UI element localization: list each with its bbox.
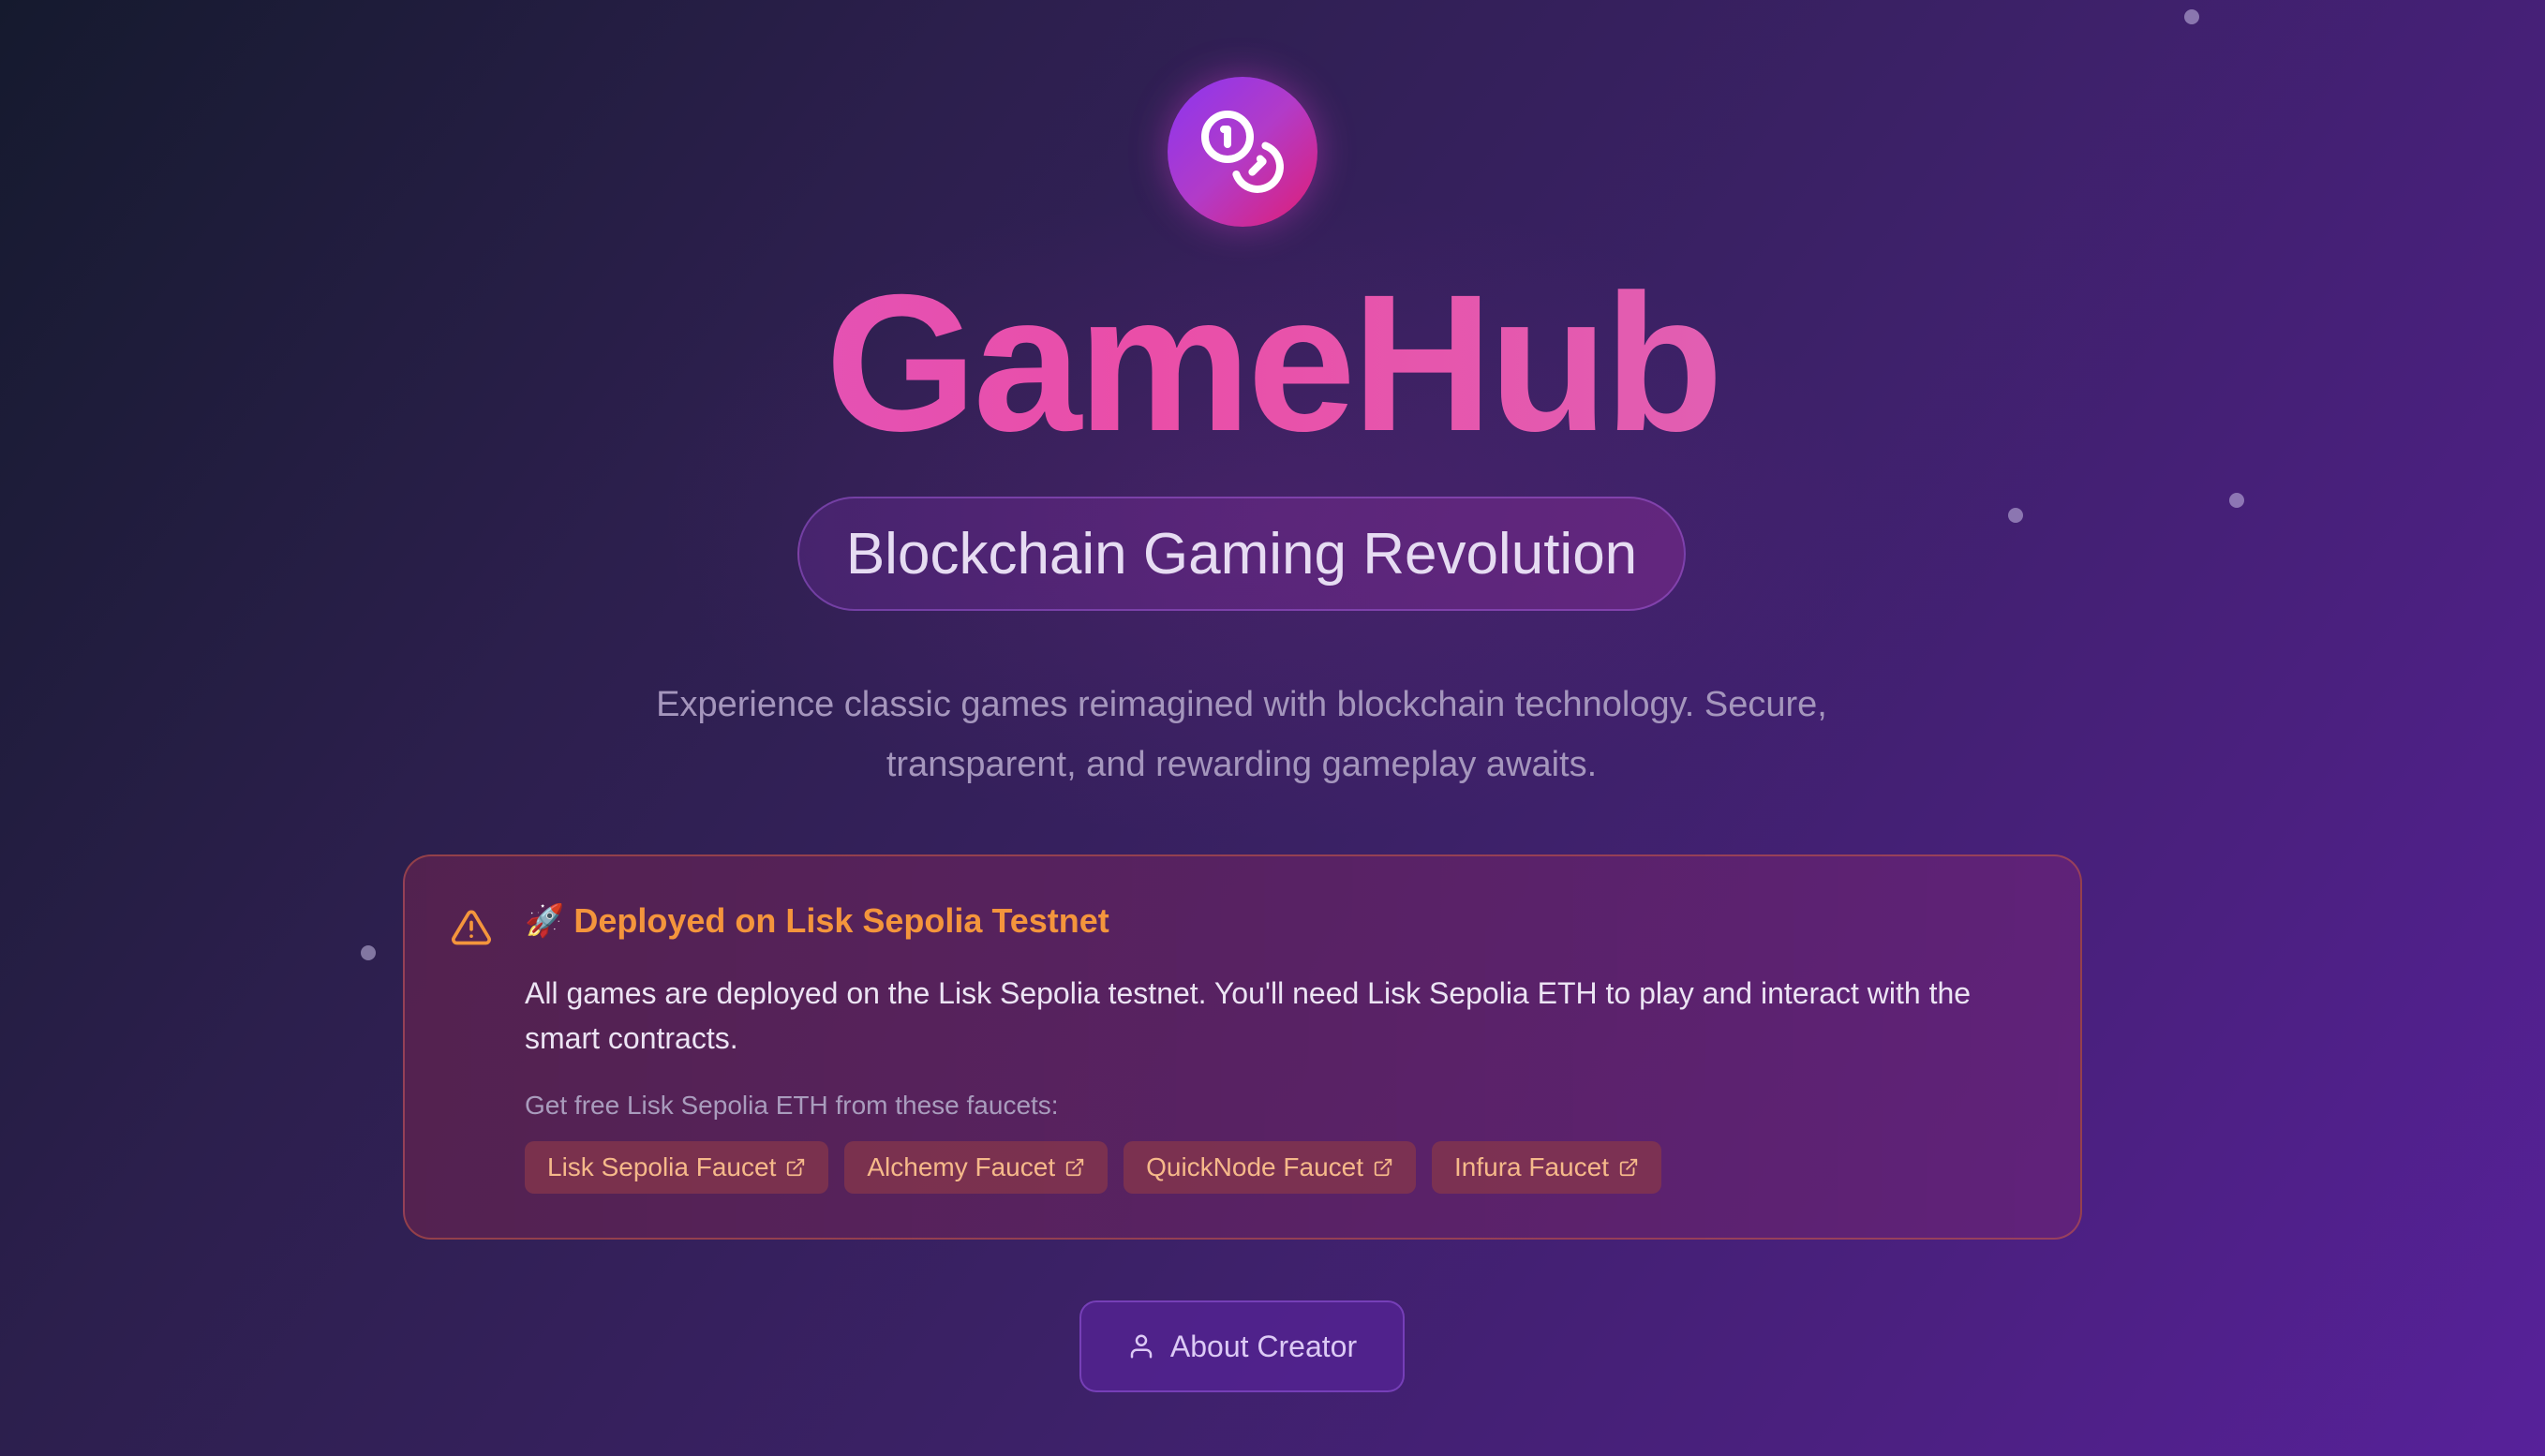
decorative-dot <box>361 945 376 960</box>
external-link-icon <box>1374 1158 1392 1177</box>
notice-title-text: Deployed on Lisk Sepolia Testnet <box>573 901 1109 940</box>
about-creator-label: About Creator <box>1169 1329 1358 1363</box>
rocket-icon: 🚀 <box>525 903 565 939</box>
external-link-icon <box>1065 1158 1084 1177</box>
faucet-link-lisk-sepolia[interactable]: Lisk Sepolia Faucet <box>525 1141 829 1194</box>
faucet-link-label: Alchemy Faucet <box>867 1152 1056 1181</box>
coins-icon <box>1201 111 1284 193</box>
faucet-link-label: Infura Faucet <box>1454 1152 1609 1181</box>
about-creator-button[interactable]: About Creator <box>1079 1300 1405 1392</box>
decorative-dot <box>2184 9 2199 24</box>
faucet-links: Lisk Sepolia Faucet Alchemy Faucet Quick… <box>525 1141 1661 1194</box>
faucet-link-quicknode[interactable]: QuickNode Faucet <box>1124 1141 1416 1194</box>
external-link-icon <box>1619 1158 1638 1177</box>
faucet-link-alchemy[interactable]: Alchemy Faucet <box>844 1141 1109 1194</box>
tagline-text: Blockchain Gaming Revolution <box>845 521 1638 587</box>
faucet-link-label: QuickNode Faucet <box>1146 1152 1363 1181</box>
page-title: GameHub <box>0 251 2545 476</box>
external-link-icon <box>787 1158 805 1177</box>
decorative-dot <box>2008 508 2023 523</box>
faucet-link-infura[interactable]: Infura Faucet <box>1432 1141 1661 1194</box>
notice-title: 🚀 Deployed on Lisk Sepolia Testnet <box>525 901 1109 941</box>
warning-triangle-icon <box>452 910 491 945</box>
logo <box>1168 77 1317 227</box>
hero-description: Experience classic games reimagined with… <box>656 685 1827 784</box>
decorative-dot <box>2229 493 2244 508</box>
tagline-badge: Blockchain Gaming Revolution <box>797 497 1686 611</box>
user-icon <box>1130 1334 1153 1359</box>
notice-body: All games are deployed on the Lisk Sepol… <box>525 976 1972 1055</box>
faucet-link-label: Lisk Sepolia Faucet <box>547 1152 777 1181</box>
faucet-prompt: Get free Lisk Sepolia ETH from these fau… <box>525 1091 1059 1120</box>
testnet-notice: 🚀 Deployed on Lisk Sepolia Testnet All g… <box>403 854 2082 1240</box>
